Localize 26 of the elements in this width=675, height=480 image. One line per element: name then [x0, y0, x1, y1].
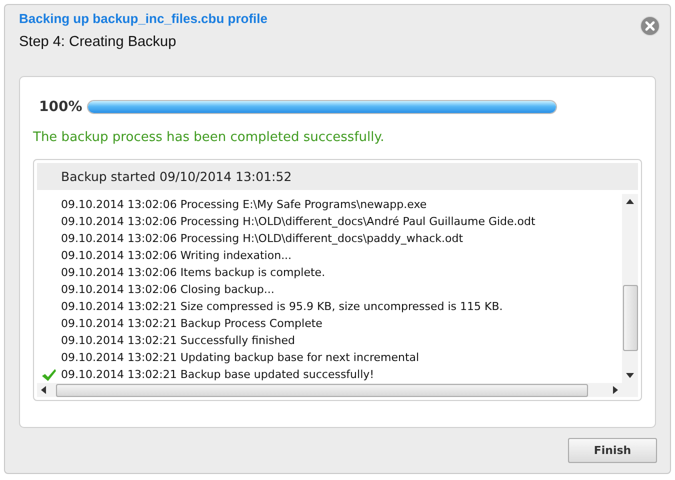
scroll-down-icon[interactable] — [626, 373, 634, 378]
horizontal-scrollbar[interactable] — [37, 383, 622, 397]
scroll-thumb[interactable] — [56, 384, 588, 396]
log-entry: 09.10.2014 13:02:21 Backup base updated successfully! — [61, 368, 374, 381]
log-entry: 09.10.2014 13:02:21 Successfully finished — [61, 334, 296, 347]
scroll-up-icon[interactable] — [626, 199, 634, 204]
log-entry: 09.10.2014 13:02:06 Processing E:\My Safe Programs\newapp.exe — [61, 198, 427, 211]
close-icon[interactable] — [640, 16, 660, 36]
log-entry: 09.10.2014 13:02:06 Processing H:\OLD\different_docs\André Paul Guillaume Gide.odt — [61, 215, 536, 228]
step-title: Step 4: Creating Backup — [19, 34, 178, 50]
status-message: The backup process has been completed successfully. — [33, 130, 386, 145]
window-title: Backing up backup_inc_files.cbu profile — [19, 11, 269, 26]
log-entry: 09.10.2014 13:02:06 Processing H:\OLD\different_docs\paddy_whack.odt — [61, 232, 464, 245]
log-entry: 09.10.2014 13:02:06 Closing backup... — [61, 283, 274, 296]
scroll-right-icon[interactable] — [613, 386, 618, 394]
finish-button[interactable]: Finish — [568, 438, 657, 463]
scroll-thumb[interactable] — [622, 285, 638, 351]
log-entry: 09.10.2014 13:02:21 Updating backup base for next incremental — [61, 351, 420, 364]
log-entry: 09.10.2014 13:02:21 Size compressed is 95.9 KB, size uncompressed is 115 KB. — [61, 300, 503, 313]
vertical-scrollbar[interactable] — [622, 194, 638, 383]
log-entry: 09.10.2014 13:02:06 Writing indexation... — [61, 249, 292, 262]
log-entry: 09.10.2014 13:02:06 Items backup is complete. — [61, 266, 326, 279]
log-entry: 09.10.2014 13:02:21 Backup Process Complete — [61, 317, 322, 330]
log-header: Backup started 09/10/2014 13:01:52 — [37, 163, 638, 190]
scroll-left-icon[interactable] — [41, 386, 46, 394]
progress-percent: 100% — [39, 99, 81, 115]
